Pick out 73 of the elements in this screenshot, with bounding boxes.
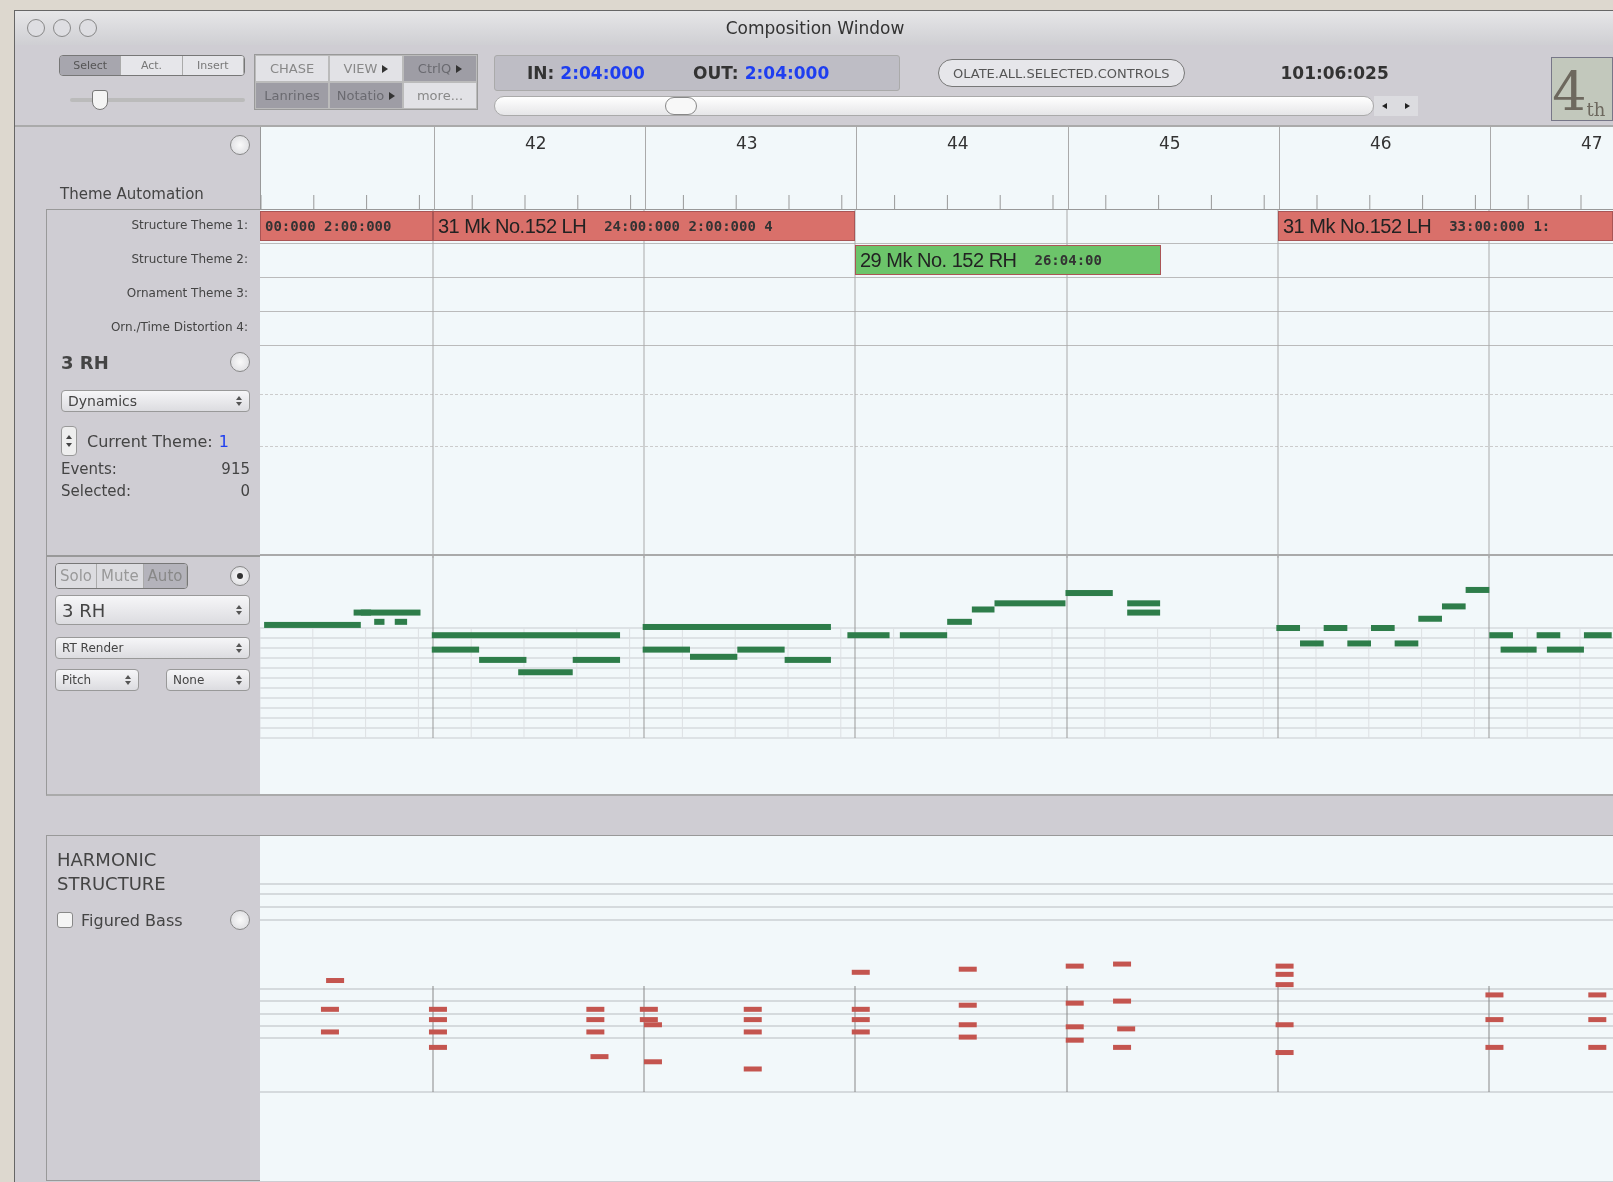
- theme-block[interactable]: 29 Mk No. 152 RH 26:04:00: [855, 245, 1161, 275]
- theme-block[interactable]: 00:000 2:00:000: [260, 211, 433, 241]
- selected-label: Selected:: [61, 482, 132, 500]
- up-down-icon: [235, 395, 243, 407]
- selected-value: 0: [240, 482, 250, 500]
- menu-arrow-icon: [456, 64, 463, 73]
- right-arrow-icon: [1403, 102, 1411, 110]
- logo: 4th: [1551, 57, 1613, 121]
- out-value: 2:04:000: [744, 63, 830, 83]
- lane-label: Structure Theme 2:: [130, 251, 249, 268]
- track-toggle[interactable]: Solo: [56, 564, 98, 588]
- parameter-dropdown[interactable]: Pitch: [55, 669, 139, 691]
- checkbox-label: Figured Bass: [81, 910, 184, 930]
- measure-number: 45: [1159, 133, 1181, 153]
- block-title: 31 Mk No.152 LH: [438, 214, 587, 238]
- lane-label: Orn./Time Distortion 4:: [109, 319, 249, 336]
- measure-number: 43: [736, 133, 758, 153]
- action-button[interactable]: OLATE.ALL.SELECTED.CONTROLS: [938, 59, 1185, 87]
- block-timing: 26:04:00: [1034, 252, 1102, 268]
- view-button[interactable]: more...: [403, 82, 477, 109]
- events-label: Events:: [61, 460, 117, 478]
- section-title: HARMONIC STRUCTURE: [57, 848, 167, 896]
- current-theme-value: 1: [218, 431, 229, 451]
- stepper[interactable]: [61, 426, 77, 456]
- scroll-right-button[interactable]: [1396, 96, 1418, 116]
- up-down-icon: [235, 642, 243, 654]
- in-label: IN:: [527, 63, 555, 83]
- theme-block[interactable]: 31 Mk No.152 LH 24:00:000 2:00:000 4: [433, 211, 855, 241]
- zoom-slider[interactable]: [70, 90, 245, 110]
- scroll-left-button[interactable]: [1374, 96, 1396, 116]
- up-down-icon: [235, 604, 243, 616]
- track-toggle[interactable]: Mute: [97, 564, 144, 588]
- current-theme-label: Current Theme:: [87, 431, 213, 451]
- up-down-icon: [124, 674, 132, 686]
- menu-arrow-icon: [382, 64, 389, 73]
- track-name: 3 RH: [61, 351, 109, 373]
- in-value: 2:04:000: [560, 63, 645, 83]
- checkbox[interactable]: [57, 912, 73, 928]
- position-readout: 101:06:025: [1280, 63, 1389, 83]
- lane-label: Structure Theme 1:: [130, 217, 249, 234]
- block-title: 29 Mk No. 152 RH: [860, 248, 1017, 272]
- instrument-dropdown[interactable]: 3 RH: [55, 595, 250, 625]
- left-arrow-icon: [1381, 102, 1389, 110]
- render-dropdown[interactable]: RT Render: [55, 637, 250, 659]
- mode-dropdown[interactable]: None: [166, 669, 250, 691]
- view-button[interactable]: VIEW: [329, 55, 403, 82]
- window-title: Composition Window: [725, 18, 905, 38]
- theme-block[interactable]: 31 Mk No.152 LH 33:00:000 1:: [1278, 211, 1613, 241]
- up-down-icon: [235, 674, 243, 686]
- measure-number: 42: [525, 133, 547, 153]
- measure-number: 46: [1370, 133, 1392, 153]
- block-title: 31 Mk No.152 LH: [1283, 214, 1432, 238]
- close-button[interactable]: [27, 19, 45, 37]
- mode-tab[interactable]: Insert: [182, 56, 244, 75]
- slider-thumb[interactable]: [92, 90, 109, 110]
- menu-arrow-icon: [389, 91, 396, 100]
- dynamics-dropdown[interactable]: Dynamics: [61, 390, 250, 412]
- circle-button[interactable]: [230, 566, 250, 586]
- events-value: 915: [221, 460, 250, 478]
- block-timing: 00:000 2:00:000: [265, 218, 392, 234]
- mode-tab[interactable]: Select: [60, 56, 122, 75]
- zoom-button[interactable]: [79, 19, 97, 37]
- lane-label: Ornament Theme 3:: [125, 285, 249, 302]
- out-label: OUT:: [692, 63, 739, 83]
- mode-tab[interactable]: Act.: [121, 56, 183, 75]
- block-timing: 24:00:000 2:00:000 4: [604, 218, 773, 234]
- measure-number: 47: [1581, 133, 1603, 153]
- view-button[interactable]: CHASE: [255, 55, 329, 82]
- section-title: Theme Automation: [60, 185, 204, 203]
- block-timing: 33:00:000 1:: [1449, 218, 1551, 234]
- measure-number: 44: [947, 133, 969, 153]
- scroll-thumb[interactable]: [665, 97, 697, 115]
- minimize-button[interactable]: [53, 19, 71, 37]
